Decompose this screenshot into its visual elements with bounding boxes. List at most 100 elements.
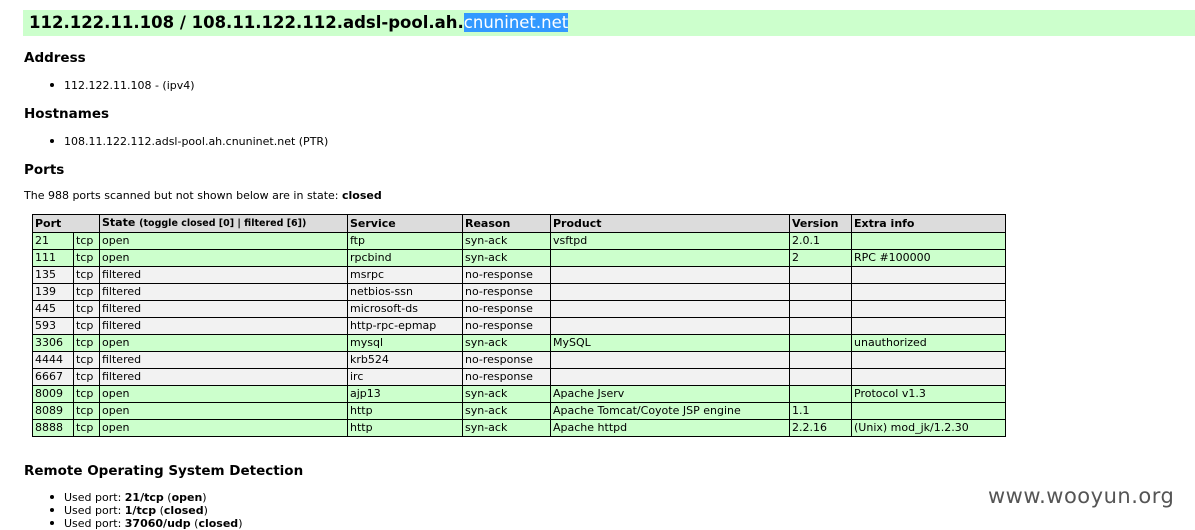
cell-port: 21 <box>32 232 74 250</box>
cell-port: 445 <box>32 300 74 318</box>
cell-port: 8089 <box>32 402 74 420</box>
used-port-item: Used port: 37060/udp (closed) <box>34 517 242 530</box>
table-row: 8009 tcp open ajp13 syn-ack Apache Jserv Proto… <box>32 385 1006 403</box>
cell-proto: tcp <box>73 283 100 301</box>
table-row: 6667 tcp filtered irc no-response <box>32 368 1006 386</box>
ports-heading: Ports <box>24 162 65 178</box>
table-row: 135 tcp filtered msrpc no-response <box>32 266 1006 284</box>
cell-extra <box>851 351 1006 369</box>
cell-state: filtered <box>99 368 348 386</box>
cell-service: http <box>347 402 463 420</box>
cell-reason: no-response <box>462 283 551 301</box>
cell-state: open <box>99 419 348 437</box>
table-row: 21 tcp open ftp syn-ack vsftpd 2.0.1 <box>32 232 1006 250</box>
cell-product <box>550 249 790 267</box>
cell-product: Apache httpd <box>550 419 790 437</box>
cell-port: 4444 <box>32 351 74 369</box>
table-row: 8089 tcp open http syn-ack Apache Tomcat/Coyo… <box>32 402 1006 420</box>
cell-port: 135 <box>32 266 74 284</box>
cell-port: 139 <box>32 283 74 301</box>
cell-state: filtered <box>99 351 348 369</box>
toggle-closed-filtered-link[interactable]: (toggle closed [0] | filtered [6]) <box>139 218 306 229</box>
cell-port: 8888 <box>32 419 74 437</box>
cell-service: http-rpc-epmap <box>347 317 463 335</box>
ports-note: The 988 ports scanned but not shown belo… <box>24 189 382 202</box>
used-port-item: Used port: 21/tcp (open) <box>34 491 242 504</box>
cell-reason: syn-ack <box>462 419 551 437</box>
cell-proto: tcp <box>73 368 100 386</box>
cell-version <box>789 368 852 386</box>
col-state-label: State <box>102 216 136 229</box>
cell-state: open <box>99 232 348 250</box>
os-detection-heading: Remote Operating System Detection <box>24 463 304 479</box>
col-product: Product <box>550 214 790 233</box>
cell-product <box>550 351 790 369</box>
cell-state: open <box>99 249 348 267</box>
cell-service: irc <box>347 368 463 386</box>
hostnames-list: 108.11.122.112.adsl-pool.ah.cnuninet.net… <box>34 135 328 148</box>
cell-extra <box>851 300 1006 318</box>
cell-proto: tcp <box>73 419 100 437</box>
cell-service: microsoft-ds <box>347 300 463 318</box>
used-port-state: closed <box>163 504 204 517</box>
cell-proto: tcp <box>73 249 100 267</box>
cell-reason: no-response <box>462 351 551 369</box>
cell-service: ajp13 <box>347 385 463 403</box>
used-port-label: Used port: <box>64 517 125 530</box>
cell-product <box>550 317 790 335</box>
cell-product <box>550 368 790 386</box>
cell-version <box>789 300 852 318</box>
cell-product: Apache Tomcat/Coyote JSP engine <box>550 402 790 420</box>
table-row: 111 tcp open rpcbind syn-ack 2 RPC #100000 <box>32 249 1006 267</box>
cell-version: 2.0.1 <box>789 232 852 250</box>
cell-version: 2.2.16 <box>789 419 852 437</box>
cell-version <box>789 385 852 403</box>
cell-proto: tcp <box>73 402 100 420</box>
used-port-item: Used port: 1/tcp (closed) <box>34 504 242 517</box>
cell-service: krb524 <box>347 351 463 369</box>
cell-product <box>550 300 790 318</box>
cell-proto: tcp <box>73 300 100 318</box>
used-port-label: Used port: <box>64 504 125 517</box>
cell-state: filtered <box>99 266 348 284</box>
col-state: State (toggle closed [0] | filtered [6]) <box>99 214 348 233</box>
cell-extra <box>851 266 1006 284</box>
cell-product: Apache Jserv <box>550 385 790 403</box>
cell-version <box>789 283 852 301</box>
cell-port: 3306 <box>32 334 74 352</box>
ports-table-body: 21 tcp open ftp syn-ack vsftpd 2.0.1 111 tcp open… <box>32 232 1006 437</box>
address-list: 112.122.11.108 - (ipv4) <box>34 79 195 92</box>
cell-reason: syn-ack <box>462 385 551 403</box>
cell-product <box>550 266 790 284</box>
cell-reason: no-response <box>462 300 551 318</box>
table-row: 445 tcp filtered microsoft-ds no-response <box>32 300 1006 318</box>
ports-table: Port State (toggle closed [0] | filtered… <box>32 214 1006 437</box>
cell-reason: syn-ack <box>462 249 551 267</box>
cell-state: filtered <box>99 300 348 318</box>
cell-reason: no-response <box>462 368 551 386</box>
cell-version <box>789 334 852 352</box>
cell-reason: syn-ack <box>462 402 551 420</box>
used-port-label: Used port: <box>64 491 125 504</box>
cell-state: open <box>99 385 348 403</box>
cell-product: MySQL <box>550 334 790 352</box>
cell-version <box>789 266 852 284</box>
table-row: 8888 tcp open http syn-ack Apache httpd 2.2.16… <box>32 419 1006 437</box>
cell-state: open <box>99 402 348 420</box>
cell-extra: unauthorized <box>851 334 1006 352</box>
cell-extra <box>851 402 1006 420</box>
used-port-state: closed <box>198 517 239 530</box>
cell-state: open <box>99 334 348 352</box>
cell-proto: tcp <box>73 266 100 284</box>
hostnames-heading: Hostnames <box>24 106 110 122</box>
cell-service: mysql <box>347 334 463 352</box>
watermark: www.wooyun.org <box>988 484 1175 508</box>
cell-reason: syn-ack <box>462 232 551 250</box>
address-heading: Address <box>24 50 86 66</box>
table-row: 3306 tcp open mysql syn-ack MySQL unauthorized <box>32 334 1006 352</box>
used-ports-list: Used port: 21/tcp (open) Used port: 1/tcp… <box>34 491 242 530</box>
col-version: Version <box>789 214 852 233</box>
table-row: 4444 tcp filtered krb524 no-response <box>32 351 1006 369</box>
cell-port: 6667 <box>32 368 74 386</box>
cell-proto: tcp <box>73 317 100 335</box>
